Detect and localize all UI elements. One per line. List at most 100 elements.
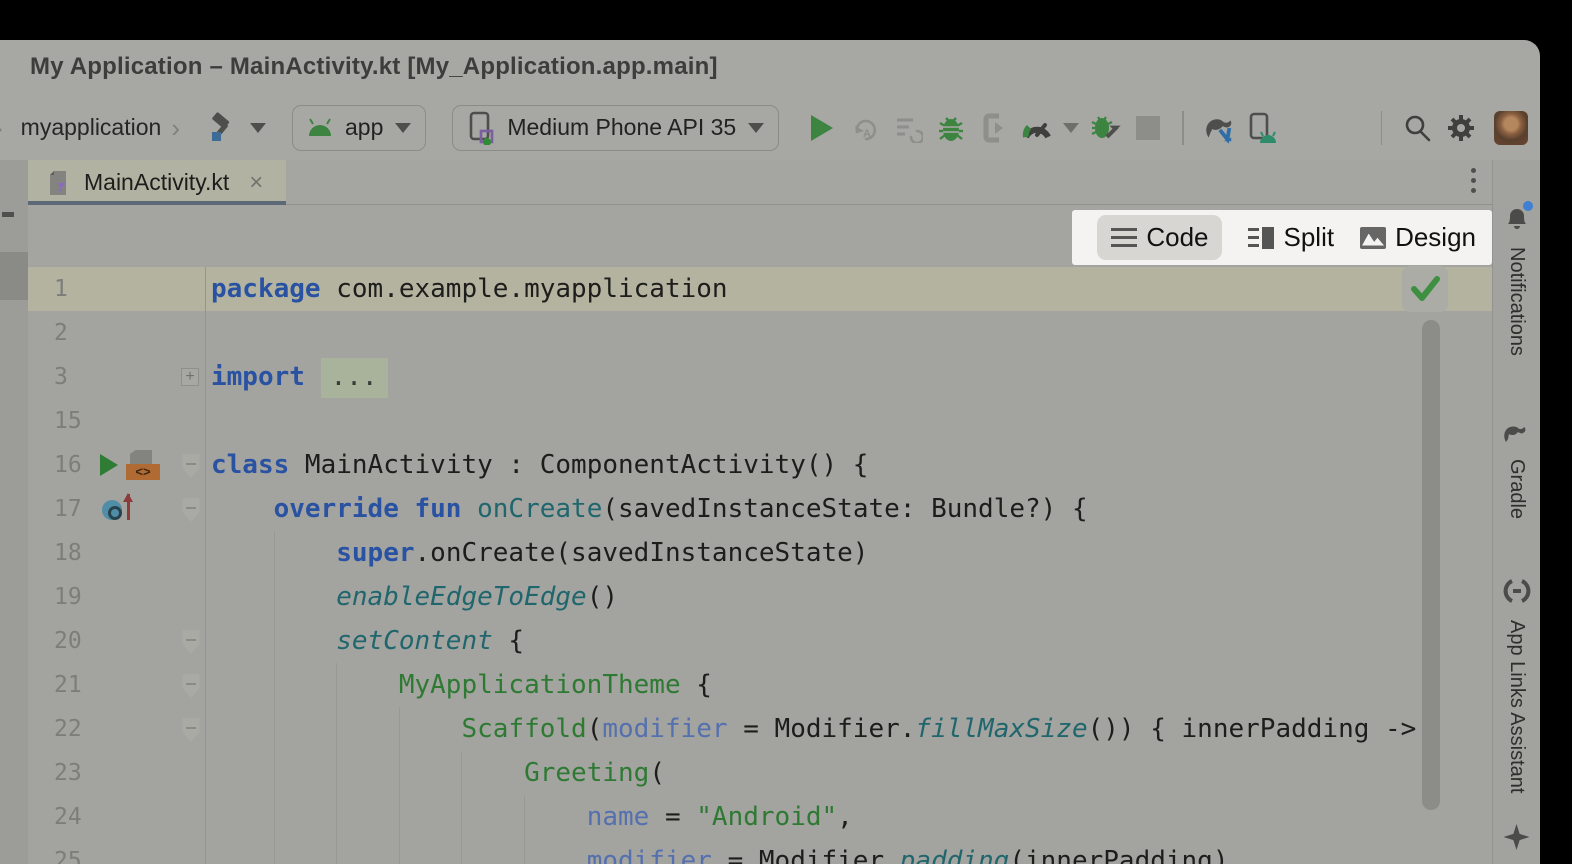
gutter-icons (88, 575, 178, 619)
collapse-fold-icon[interactable] (181, 718, 201, 742)
fold-gutter[interactable] (178, 531, 206, 575)
code-text: name = "Android", (206, 795, 1492, 839)
fold-gutter[interactable] (178, 619, 206, 663)
inspections-status[interactable] (1402, 266, 1448, 312)
fold-gutter[interactable] (178, 575, 206, 619)
fold-gutter[interactable] (178, 707, 206, 751)
chevron-down-icon[interactable] (250, 123, 266, 133)
code-text: modifier = Modifier.padding(innerPadding… (206, 839, 1492, 864)
tool-stripe-icon[interactable] (2, 212, 14, 217)
gradle-sync-icon[interactable] (1201, 111, 1235, 145)
debug-icon[interactable] (934, 111, 968, 145)
collapse-fold-icon[interactable] (181, 630, 201, 654)
settings-gear-icon[interactable] (1444, 111, 1478, 145)
code-text: Scaffold(modifier = Modifier.fillMaxSize… (206, 707, 1492, 751)
line-number: 22 (28, 707, 88, 751)
more-options-kebab-icon[interactable] (1471, 168, 1476, 193)
code-line[interactable]: 21 MyApplicationTheme { (28, 663, 1492, 707)
line-number: 23 (28, 751, 88, 795)
run-class-icon[interactable] (100, 454, 118, 476)
app-links-icon (1503, 577, 1531, 610)
profiler-icon[interactable] (1020, 111, 1054, 145)
code-line[interactable]: 25 modifier = Modifier.padding(innerPadd… (28, 839, 1492, 864)
code-line[interactable]: 3+import ... (28, 355, 1492, 399)
fold-gutter[interactable] (178, 663, 206, 707)
search-icon[interactable] (1400, 111, 1434, 145)
view-mode-label: Code (1146, 222, 1208, 253)
chevron-down-icon (748, 123, 764, 133)
code-text: enableEdgeToEdge() (206, 575, 1492, 619)
sidebar-label: App Links Assistant (1505, 620, 1528, 793)
notifications-bell-icon (1503, 204, 1531, 237)
editor-area: MainActivity.kt × Code Split (28, 160, 1492, 864)
line-number: 2 (28, 311, 88, 355)
device-selector[interactable]: Medium Phone API 35 (452, 105, 779, 151)
gemini-sparkle-icon[interactable] (1504, 824, 1530, 850)
gutter-icons (88, 399, 178, 443)
line-number: 24 (28, 795, 88, 839)
indent-guide (336, 795, 337, 839)
overrides-method-icon[interactable] (100, 494, 134, 524)
fold-gutter[interactable] (178, 267, 206, 311)
code-line[interactable]: 18 super.onCreate(savedInstanceState) (28, 531, 1492, 575)
device-manager-icon[interactable] (1244, 111, 1278, 145)
indent-guide (399, 839, 400, 864)
run-icon[interactable] (805, 111, 839, 145)
indent-guide (336, 751, 337, 795)
profile-restart-icon[interactable] (1088, 111, 1122, 145)
sidebar-label: Notifications (1505, 247, 1528, 356)
expand-fold-icon[interactable]: + (181, 368, 199, 386)
editor-scrollbar[interactable] (1422, 320, 1440, 810)
view-mode-split-button[interactable]: Split (1248, 222, 1334, 253)
fold-gutter[interactable] (178, 399, 206, 443)
android-icon (307, 117, 333, 139)
tool-stripe-button[interactable] (0, 252, 28, 300)
view-mode-design-button[interactable]: Design (1360, 222, 1476, 253)
fold-gutter[interactable] (178, 839, 206, 864)
code-line[interactable]: 20 setContent { (28, 619, 1492, 663)
gutter-icons (88, 311, 178, 355)
gutter-icons (88, 355, 178, 399)
title-bar: My Application – MainActivity.kt [My_App… (0, 40, 1540, 95)
svg-text:A: A (863, 128, 871, 140)
fold-gutter[interactable] (178, 443, 206, 487)
code-line[interactable]: 1package com.example.myapplication (28, 267, 1492, 311)
code-line[interactable]: 22 Scaffold(modifier = Modifier.fillMaxS… (28, 707, 1492, 751)
code-line[interactable]: 23 Greeting( (28, 751, 1492, 795)
view-mode-code-button[interactable]: Code (1097, 215, 1222, 260)
collapse-fold-icon[interactable] (181, 674, 201, 698)
code-text: override fun onCreate(savedInstanceState… (206, 487, 1492, 531)
window-title: My Application – MainActivity.kt [My_App… (30, 53, 718, 81)
compose-preview-icon[interactable]: <> (126, 450, 160, 480)
code-editor[interactable]: 1package com.example.myapplication23+imp… (28, 265, 1492, 864)
code-line[interactable]: 2 (28, 311, 1492, 355)
code-line[interactable]: 17 override fun onCreate(savedInstanceSt… (28, 487, 1492, 531)
collapse-fold-icon[interactable] (181, 498, 201, 522)
sidebar-item-gradle[interactable]: Gradle (1502, 420, 1532, 519)
user-avatar[interactable] (1494, 111, 1528, 145)
tab-mainactivity[interactable]: MainActivity.kt × (28, 160, 286, 205)
view-mode-label: Split (1283, 222, 1334, 253)
gutter-icons (88, 707, 178, 751)
build-hammer-icon[interactable] (204, 111, 238, 145)
sidebar-item-notifications[interactable]: Notifications (1503, 204, 1531, 356)
gutter-icons (88, 795, 178, 839)
fold-gutter[interactable] (178, 311, 206, 355)
chevron-down-icon[interactable] (1063, 123, 1079, 133)
code-line[interactable]: 16<>class MainActivity : ComponentActivi… (28, 443, 1492, 487)
collapse-fold-icon[interactable] (181, 454, 201, 478)
fold-gutter[interactable]: + (178, 355, 206, 399)
fold-gutter[interactable] (178, 487, 206, 531)
module-selector[interactable]: app (292, 105, 426, 151)
breadcrumb[interactable]: myapplication (21, 114, 162, 141)
chevron-icon: › (171, 115, 180, 141)
fold-gutter[interactable] (178, 795, 206, 839)
gutter-icons (88, 839, 178, 864)
code-line[interactable]: 15 (28, 399, 1492, 443)
code-line[interactable]: 19 enableEdgeToEdge() (28, 575, 1492, 619)
fold-gutter[interactable] (178, 751, 206, 795)
code-line[interactable]: 24 name = "Android", (28, 795, 1492, 839)
indent-guide (274, 751, 275, 795)
sidebar-item-app-links-assistant[interactable]: App Links Assistant (1503, 577, 1531, 793)
close-icon[interactable]: × (249, 171, 263, 195)
